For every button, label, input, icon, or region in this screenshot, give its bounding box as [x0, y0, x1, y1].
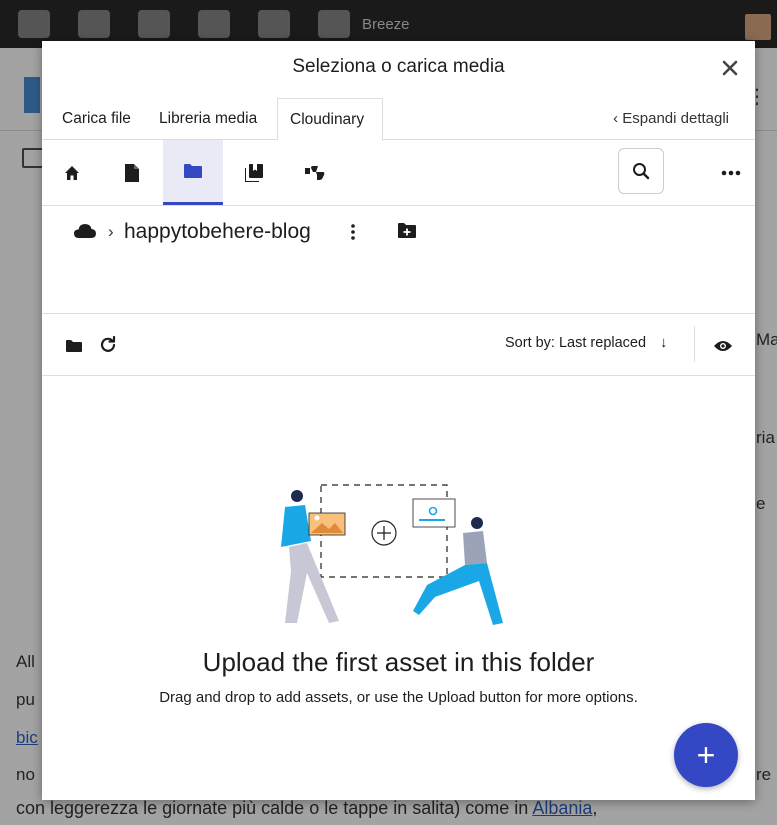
close-icon[interactable] [719, 57, 741, 79]
refresh-icon[interactable] [198, 10, 230, 38]
background-text-fragment: no [16, 765, 35, 784]
empty-state-description: Drag and drop to add assets, or use the … [159, 689, 638, 706]
background-text-fragment: e [756, 494, 766, 513]
breadcrumb-folder[interactable]: happytobehere-blog [124, 220, 311, 244]
background-text-fragment: pu [16, 690, 35, 709]
folder-kebab-icon[interactable] [350, 224, 356, 245]
more-horizontal-icon[interactable] [716, 160, 746, 186]
dislike-icon[interactable] [285, 140, 345, 205]
list-toolbar: Sort by: Last replaced ↓ [42, 314, 755, 376]
background-button [24, 77, 40, 113]
modal-title: Seleziona o carica media [292, 56, 505, 77]
search-icon [633, 163, 650, 180]
upload-illustration [281, 484, 503, 625]
tab-libreria-media[interactable]: Libreria media [147, 98, 269, 140]
home-icon[interactable] [138, 10, 170, 38]
sort-direction-icon[interactable]: ↓ [660, 334, 668, 351]
eye-icon[interactable] [714, 339, 732, 357]
background-link-fragment[interactable]: bic [16, 728, 38, 748]
background-text-fragment: Mai [756, 330, 777, 349]
comment-icon[interactable] [258, 10, 290, 38]
cloudinary-toolbar [42, 140, 755, 206]
toolbar-divider [694, 326, 695, 362]
plus-icon[interactable] [318, 10, 350, 38]
expand-details-link[interactable]: ‹ Espandi dettagli [613, 98, 729, 140]
background-text-fragment: ria [756, 428, 775, 447]
folder-icon[interactable] [163, 140, 223, 205]
sort-by-dropdown[interactable]: Sort by: Last replaced [505, 335, 646, 351]
background-text-fragment: All [16, 652, 35, 671]
tab-carica-file[interactable]: Carica file [50, 98, 143, 140]
refresh-icon[interactable] [100, 335, 116, 357]
empty-state-title: Upload the first asset in this folder [202, 647, 595, 677]
menu-icon[interactable] [18, 10, 50, 38]
tab-cloudinary[interactable]: Cloudinary [277, 98, 383, 141]
background-paragraph-trailing: , [592, 798, 598, 818]
wordpress-icon[interactable] [78, 10, 110, 38]
search-button[interactable] [618, 148, 664, 194]
media-modal: Seleziona o carica media Carica file Lib… [42, 41, 755, 800]
background-paragraph: con leggerezza le giornate più calde o l… [16, 798, 597, 819]
new-folder-icon[interactable] [398, 223, 416, 243]
collections-icon[interactable] [224, 140, 284, 205]
admin-bar-breeze[interactable]: Breeze [362, 16, 410, 33]
upload-fab-button[interactable]: + [674, 723, 738, 787]
breadcrumb-separator: › [108, 222, 114, 241]
breadcrumb: › happytobehere-blog [42, 206, 755, 314]
background-paragraph-text: con leggerezza le giornate più calde o l… [16, 798, 533, 818]
document-icon[interactable] [102, 140, 162, 205]
chart-icon [22, 148, 44, 168]
folder-icon[interactable] [66, 339, 82, 357]
albania-link[interactable]: Albania [532, 798, 592, 818]
plus-icon: + [696, 737, 716, 773]
cloud-icon[interactable] [74, 224, 96, 243]
avatar[interactable] [745, 14, 771, 40]
background-text-fragment: re [756, 765, 772, 784]
home-icon[interactable] [42, 140, 102, 205]
